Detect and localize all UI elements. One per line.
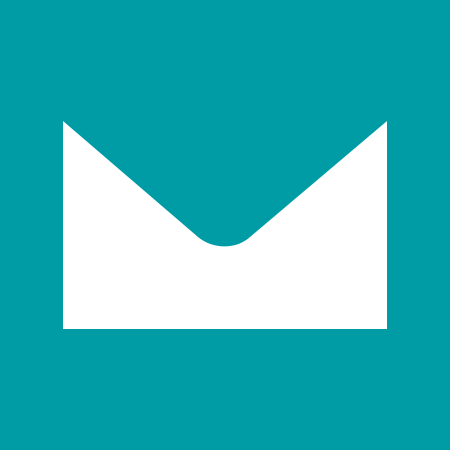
mail-app-tile[interactable] [0,0,450,450]
envelope-shape [63,121,387,329]
mail-envelope-icon [63,121,387,329]
